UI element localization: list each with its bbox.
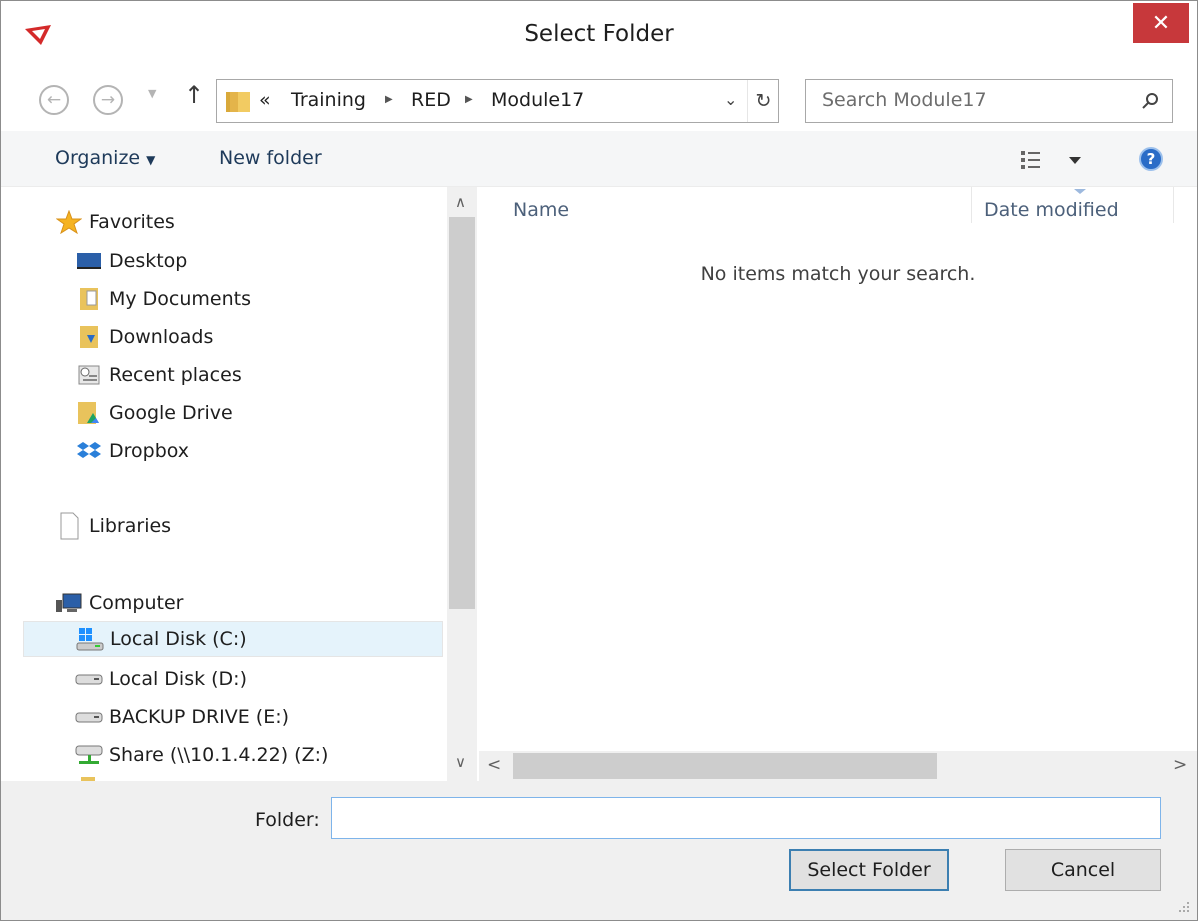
refresh-button[interactable]: ↻ bbox=[747, 80, 779, 122]
breadcrumb-item-red[interactable]: RED bbox=[411, 89, 451, 111]
downloads-folder-icon bbox=[75, 325, 103, 349]
desktop-icon bbox=[75, 249, 103, 273]
sidebar-item-libraries[interactable]: Libraries bbox=[55, 508, 171, 544]
sidebar-item-computer[interactable]: Computer bbox=[55, 585, 183, 621]
file-list: Name Date modified No items match your s… bbox=[479, 187, 1197, 781]
search-placeholder[interactable]: Search Module17 bbox=[822, 89, 987, 111]
computer-icon bbox=[55, 591, 83, 615]
sidebar-item-label: Google Drive bbox=[109, 402, 233, 424]
select-folder-dialog: Select Folder ✕ ← → ▼ ↑ « Training ▶ RED… bbox=[0, 0, 1198, 921]
title-bar: Select Folder ✕ bbox=[1, 1, 1197, 67]
column-divider[interactable] bbox=[971, 187, 972, 223]
navigation-bar: ← → ▼ ↑ « Training ▶ RED ▶ Module17 ⌄ ↻ … bbox=[1, 67, 1197, 131]
change-view-icon[interactable] bbox=[1019, 147, 1083, 173]
sidebar-item-label: Local Disk (D:) bbox=[109, 668, 247, 690]
documents-folder-icon bbox=[75, 287, 103, 311]
libraries-icon bbox=[55, 512, 83, 540]
new-folder-button[interactable]: New folder bbox=[219, 147, 322, 169]
sidebar-item-favorites[interactable]: Favorites bbox=[55, 204, 175, 240]
resize-grip-icon[interactable] bbox=[1177, 900, 1191, 914]
close-button[interactable]: ✕ bbox=[1133, 3, 1189, 43]
dropbox-icon bbox=[75, 439, 103, 463]
folder-label: Folder: bbox=[255, 809, 320, 831]
search-box[interactable]: Search Module17 bbox=[805, 79, 1173, 123]
help-icon[interactable]: ? bbox=[1139, 147, 1163, 171]
sidebar-item-google-drive[interactable]: Google Drive bbox=[75, 395, 233, 431]
sidebar-item-share-z[interactable]: Share (\\10.1.4.22) (Z:) bbox=[75, 737, 328, 773]
dialog-footer: Folder: Select Folder Cancel bbox=[1, 781, 1197, 920]
column-header-date-modified[interactable]: Date modified bbox=[984, 199, 1119, 221]
system-drive-icon bbox=[76, 627, 104, 651]
command-toolbar: Organize ▼ New folder ? bbox=[1, 131, 1197, 187]
sidebar-item-local-disk-d[interactable]: Local Disk (D:) bbox=[75, 661, 247, 697]
back-button[interactable]: ← bbox=[39, 85, 69, 115]
google-drive-folder-icon bbox=[75, 401, 103, 425]
column-divider[interactable] bbox=[1173, 187, 1174, 223]
sidebar-item-recent-places[interactable]: Recent places bbox=[75, 357, 242, 393]
sidebar-item-desktop[interactable]: Desktop bbox=[75, 243, 187, 279]
cancel-button[interactable]: Cancel bbox=[1005, 849, 1161, 891]
sidebar-item-label: Local Disk (C:) bbox=[110, 628, 247, 650]
sidebar-item-label: Favorites bbox=[89, 211, 175, 233]
search-icon[interactable] bbox=[1140, 91, 1160, 111]
sidebar-item-label: Share (\\10.1.4.22) (Z:) bbox=[109, 744, 329, 766]
breadcrumb-chevron-icon[interactable]: ▶ bbox=[465, 94, 473, 105]
organize-menu[interactable]: Organize ▼ bbox=[55, 147, 155, 169]
empty-list-message: No items match your search. bbox=[700, 263, 976, 285]
recent-locations-chevron-icon[interactable]: ▼ bbox=[148, 87, 156, 100]
chevron-down-icon: ▼ bbox=[146, 153, 156, 167]
sidebar-item-my-documents[interactable]: My Documents bbox=[75, 281, 251, 317]
star-icon bbox=[55, 210, 83, 234]
sort-indicator-icon bbox=[1074, 189, 1086, 194]
folder-name-input[interactable] bbox=[331, 797, 1161, 839]
up-button[interactable]: ↑ bbox=[184, 81, 204, 109]
recent-places-icon bbox=[75, 363, 103, 387]
sidebar-item-label: Recent places bbox=[109, 364, 242, 386]
address-bar[interactable]: « Training ▶ RED ▶ Module17 ⌄ ↻ bbox=[216, 79, 779, 123]
sidebar-item-local-disk-c[interactable]: Local Disk (C:) bbox=[23, 621, 443, 657]
sidebar-item-label: Computer bbox=[89, 592, 184, 614]
folder-icon bbox=[226, 92, 250, 112]
sidebar-item-downloads[interactable]: Downloads bbox=[75, 319, 213, 355]
hard-drive-icon bbox=[75, 667, 103, 691]
sidebar-item-label: BACKUP DRIVE (E:) bbox=[109, 706, 290, 728]
sidebar-item-label: My Documents bbox=[109, 288, 252, 310]
scrollbar-thumb[interactable] bbox=[513, 753, 937, 779]
navigation-scrollbar[interactable]: ∧ ∨ bbox=[447, 187, 477, 787]
organize-label: Organize bbox=[55, 147, 141, 169]
breadcrumb-overflow[interactable]: « bbox=[259, 89, 271, 111]
select-folder-button[interactable]: Select Folder bbox=[789, 849, 949, 891]
breadcrumb-chevron-icon[interactable]: ▶ bbox=[385, 94, 393, 105]
sidebar-item-dropbox[interactable]: Dropbox bbox=[75, 433, 189, 469]
sidebar-item-label: Libraries bbox=[89, 515, 172, 537]
window-title: Select Folder bbox=[524, 21, 674, 47]
column-header-name[interactable]: Name bbox=[513, 199, 569, 221]
breadcrumb-item-training[interactable]: Training bbox=[291, 89, 366, 111]
forward-button[interactable]: → bbox=[93, 85, 123, 115]
horizontal-scrollbar[interactable]: < > bbox=[479, 751, 1197, 781]
scroll-left-icon[interactable]: < bbox=[487, 755, 501, 775]
address-dropdown-icon[interactable]: ⌄ bbox=[724, 90, 737, 109]
navigation-pane: Favorites Desktop My Documents Downloads… bbox=[1, 187, 477, 787]
scrollbar-thumb[interactable] bbox=[449, 217, 475, 609]
breadcrumb-item-module17[interactable]: Module17 bbox=[491, 89, 584, 111]
network-drive-icon bbox=[75, 743, 103, 767]
sidebar-item-label: Downloads bbox=[109, 326, 214, 348]
sidebar-item-label: Dropbox bbox=[109, 440, 190, 462]
scroll-right-icon[interactable]: > bbox=[1173, 755, 1187, 775]
sidebar-item-backup-drive-e[interactable]: BACKUP DRIVE (E:) bbox=[75, 699, 289, 735]
sidebar-item-label: Desktop bbox=[109, 250, 188, 272]
scroll-down-icon[interactable]: ∨ bbox=[455, 753, 466, 771]
hard-drive-icon bbox=[75, 705, 103, 729]
scroll-up-icon[interactable]: ∧ bbox=[455, 193, 466, 211]
